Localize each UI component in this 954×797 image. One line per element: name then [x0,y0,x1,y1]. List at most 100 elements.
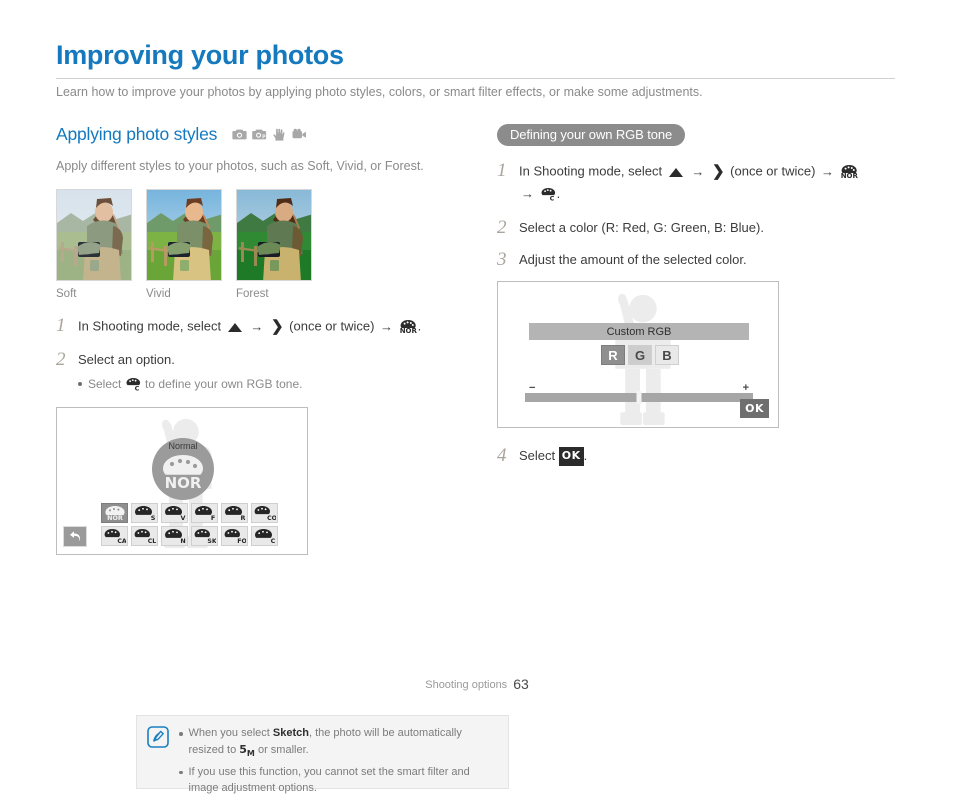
note-items: When you select Sketch, the photo will b… [179,726,497,794]
slider-minus-label: − [529,381,536,394]
style-label-nor: NOR [107,514,123,521]
step-text-before: In Shooting mode, select [78,318,222,334]
svg-text:C: C [549,195,554,202]
style-button-ca[interactable]: CA [101,525,128,546]
style-button-c[interactable]: C [251,525,278,546]
step-3: 3 Adjust the amount of the selected colo… [497,249,897,271]
substep-text: Select C to define your own RGB tone. [88,375,302,396]
subsection-badge: Defining your own RGB tone [497,124,686,146]
step-text: Select OK. [519,446,897,467]
style-button-fo[interactable]: FO [221,525,248,546]
back-button[interactable] [63,525,87,547]
back-arrow-icon [69,531,80,542]
camcorder-icon [292,128,307,141]
section-lead: Apply different styles to your photos, s… [56,159,424,173]
palette-nor-icon: NOR [840,164,858,185]
manual-page: Improving your photos Learn how to impro… [0,0,954,794]
note-text: When you select Sketch, the photo will b… [189,726,497,760]
step-substep: Select C to define your own RGB tone. [78,375,456,396]
custom-rgb-title: Custom RGB [529,323,749,341]
style-button-cl[interactable]: CL [131,525,158,546]
note-text: If you use this function, you cannot set… [188,765,470,794]
step-text-before: Select [519,448,556,464]
thumbnail-row: Soft Vivid Forest [56,189,456,300]
photo-style-grid: NOR S V F R CO CA CL N SK FO C [101,502,278,546]
palette-nor-large-icon: NOR [163,454,203,491]
bullet-icon [78,381,82,386]
thumbnail-image-forest [236,189,312,282]
thumbnail-forest: Forest [236,189,312,300]
step-number: 1 [497,160,507,181]
step-2: 2 Select an option. Select C to define y… [56,349,456,396]
photo-style-row-1: NOR S V F R CO [101,502,278,523]
style-button-r[interactable]: R [221,502,248,523]
svg-text:C: C [134,384,139,391]
right-steps: 1 In Shooting mode, select → ❯ (once or … [497,160,897,271]
thumbnail-label: Soft [56,288,77,301]
style-button-nor[interactable]: NOR [101,502,128,523]
palette-custom-icon: C [126,377,141,396]
style-button-co[interactable]: CO [251,502,278,523]
up-triangle-icon [668,167,683,177]
rgb-button-g[interactable]: G [628,345,652,366]
step-4: 4 Select OK. [497,446,897,467]
mode-icon-group: P [232,128,307,141]
step-2: 2 Select a color (R: Red, G: Green, B: B… [497,217,897,239]
photo-style-row-2: CA CL N SK FO C [101,525,278,546]
palette-custom-icon: C [541,187,556,207]
svg-text:NOR: NOR [841,172,858,179]
slider-track[interactable] [525,391,753,405]
right-steps-tail: 4 Select OK. [497,446,897,467]
step-text-after: . [583,448,588,464]
page-intro: Learn how to improve your photos by appl… [56,85,703,99]
svg-text:NOR: NOR [400,327,417,334]
substep-after: to define your own RGB tone. [145,376,303,391]
arrow-icon: → [691,163,705,179]
ok-glyph: OK [558,447,584,466]
current-style-label: Normal [168,440,198,451]
thumbnail-vivid: Vivid [146,189,222,300]
style-button-s[interactable]: S [131,502,158,523]
thumbnail-soft: Soft [56,189,132,300]
style-label-c: C [270,537,275,544]
photo-style-screen: Normal NOR NOR S V F R CO CA CL N SK FO … [56,406,308,555]
step-number: 2 [56,349,66,371]
style-label-s: S [150,514,155,521]
step-text-after: . [417,318,422,334]
rgb-button-r[interactable]: R [601,345,625,366]
up-triangle-icon [227,322,242,332]
note-before: When you select [188,727,270,739]
right-column: Defining your own RGB tone 1 In Shooting… [497,124,897,478]
step-text-before: In Shooting mode, select [519,163,663,179]
bullet-icon [179,732,183,736]
arrow-icon: → [821,163,835,179]
step-text: Select a color (R: Red, G: Green, B: Blu… [519,219,764,235]
step-text-after: . [556,186,561,202]
note-pen-icon [147,726,169,748]
style-label-co: CO [267,515,276,521]
style-button-f[interactable]: F [191,502,218,523]
arrow-icon: → [521,186,534,202]
style-button-sk[interactable]: SK [191,525,218,546]
screen-content: Normal NOR NOR S V F R CO CA CL N SK FO … [57,408,307,554]
left-column: Applying photo styles P Apply different … [56,124,509,794]
rgb-channel-buttons: R G B [601,345,679,366]
bullet-icon [179,770,183,775]
chevron-right-icon: ❯ [270,318,284,336]
step-1: 1 In Shooting mode, select → ❯ (once or … [497,160,897,207]
rgb-button-b[interactable]: B [655,345,679,366]
amount-slider[interactable]: − + [525,381,753,405]
thumbnail-image-vivid [146,189,222,282]
ok-button[interactable]: OK [740,399,769,419]
current-style-indicator: Normal NOR [152,437,214,500]
note-tail: or smaller. [257,743,309,756]
step-text-mid: (once or twice) [730,163,816,179]
style-button-n[interactable]: N [161,525,188,546]
svg-text:NOR: NOR [165,474,202,491]
style-button-v[interactable]: V [161,502,188,523]
slider-knob[interactable] [636,391,642,405]
step-text: Adjust the amount of the selected color. [519,251,747,267]
section-title: Applying photo styles [56,124,218,144]
style-label-ca: CA [117,538,126,544]
palette-nor-icon: NOR [399,319,417,340]
